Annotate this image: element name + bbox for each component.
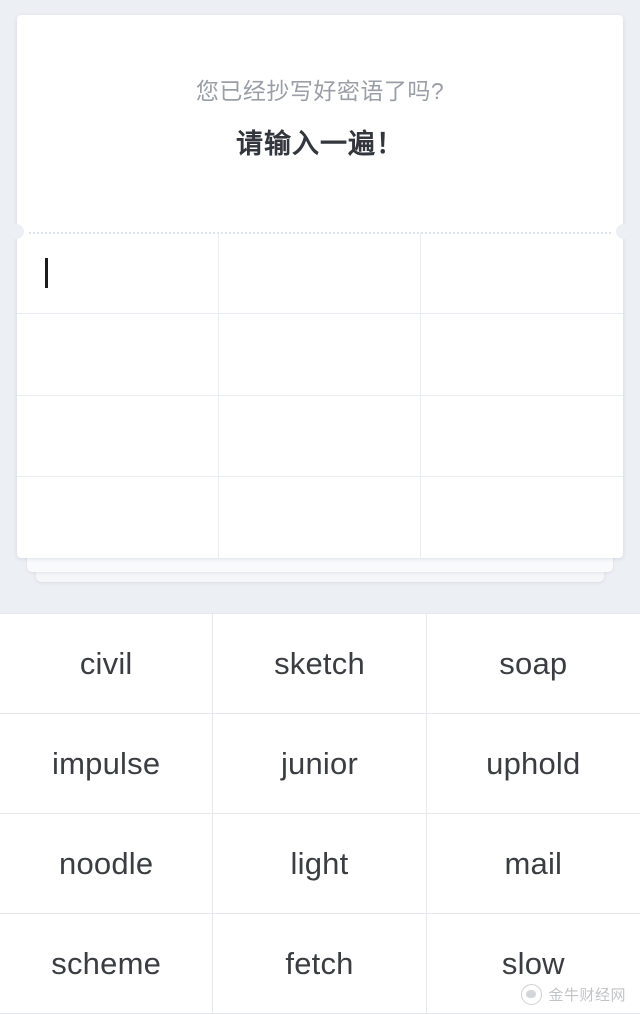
word-suggestion-grid[interactable]: civil sketch soap impulse junior uphold …: [0, 613, 640, 1014]
word-option[interactable]: mail: [426, 814, 640, 914]
card-header: 您已经抄写好密语了吗? 请输入一遍！: [17, 15, 623, 232]
input-cell[interactable]: [219, 233, 421, 315]
passphrase-input-grid[interactable]: [17, 233, 623, 558]
word-option[interactable]: uphold: [426, 714, 640, 814]
prompt-instruction: 请输入一遍！: [236, 128, 404, 159]
word-option[interactable]: civil: [0, 614, 214, 714]
word-option[interactable]: noodle: [0, 814, 214, 914]
input-cell[interactable]: [17, 476, 219, 558]
word-option[interactable]: impulse: [0, 714, 214, 814]
input-cell[interactable]: [421, 477, 623, 558]
word-option[interactable]: scheme: [0, 914, 214, 1014]
input-cell[interactable]: [421, 396, 623, 477]
word-option[interactable]: slow: [426, 914, 640, 1014]
word-option[interactable]: fetch: [213, 914, 427, 1014]
input-cell[interactable]: [219, 395, 421, 477]
input-cell[interactable]: [219, 314, 421, 396]
prompt-question: 您已经抄写好密语了吗?: [195, 78, 445, 104]
text-cursor: [45, 258, 48, 289]
input-cell[interactable]: [17, 233, 219, 315]
word-option[interactable]: soap: [426, 614, 640, 714]
word-option[interactable]: junior: [213, 714, 427, 814]
input-cell[interactable]: [17, 395, 219, 477]
input-cell[interactable]: [421, 314, 623, 396]
word-option[interactable]: sketch: [213, 614, 427, 714]
input-cell[interactable]: [17, 314, 219, 396]
word-option[interactable]: light: [213, 814, 427, 914]
passphrase-card: 您已经抄写好密语了吗? 请输入一遍！: [10, 15, 630, 558]
input-cell[interactable]: [421, 233, 623, 315]
input-cell[interactable]: [219, 476, 421, 558]
